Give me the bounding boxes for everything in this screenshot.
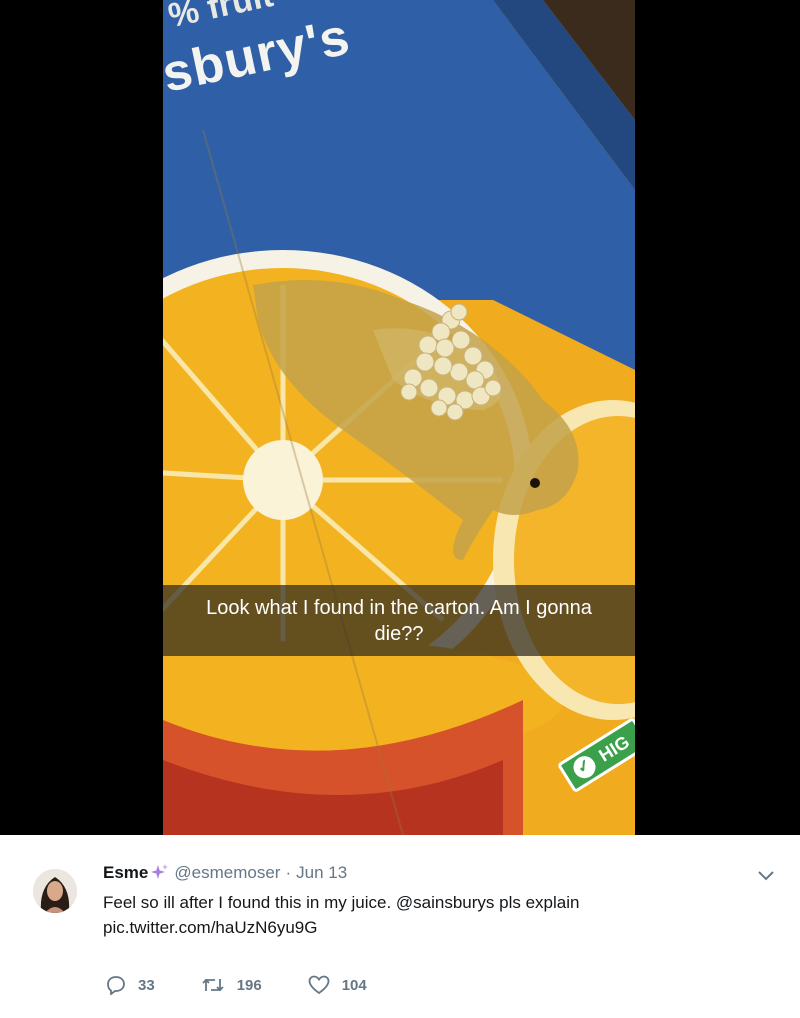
like-button[interactable]: 104 (308, 975, 367, 995)
tweet-link[interactable]: pic.twitter.com/haUzN6yu9G (103, 915, 723, 940)
tweet-actions: 33 196 104 (106, 975, 413, 995)
chevron-down-icon[interactable] (756, 869, 776, 883)
retweet-button[interactable]: 196 (201, 975, 262, 995)
separator: · (285, 863, 292, 882)
tweet: Esme @esmemoser · Jun 13 Feel so ill aft… (0, 835, 800, 1018)
retweet-icon (202, 978, 224, 992)
reply-icon (107, 976, 125, 995)
tweet-photo[interactable]: % fruit sbury's ✓ HIG Look what I found … (0, 0, 800, 835)
carton-illustration (163, 0, 635, 835)
retweet-count: 196 (236, 976, 262, 994)
tweet-message: Feel so ill after I found this in my jui… (103, 893, 580, 912)
snap-caption: Look what I found in the carton. Am I go… (206, 596, 592, 645)
like-count: 104 (341, 976, 367, 994)
reply-button[interactable]: 33 (106, 975, 155, 995)
heart-icon (308, 975, 330, 995)
sparkles-icon (151, 864, 169, 879)
avatar[interactable] (33, 869, 77, 913)
avatar-image (33, 869, 77, 913)
display-name[interactable]: Esme (103, 863, 148, 883)
tweet-text: Feel so ill after I found this in my jui… (103, 890, 723, 940)
handle[interactable]: @esmemoser (174, 863, 280, 883)
tweet-date[interactable]: Jun 13 (296, 863, 347, 883)
tweet-header: Esme @esmemoser · Jun 13 (103, 863, 347, 883)
checkmark-icon: ✓ (569, 752, 600, 783)
snapchat-image: % fruit sbury's ✓ HIG (163, 0, 635, 835)
snap-caption-bar: Look what I found in the carton. Am I go… (163, 585, 635, 656)
reply-count: 33 (138, 976, 155, 994)
